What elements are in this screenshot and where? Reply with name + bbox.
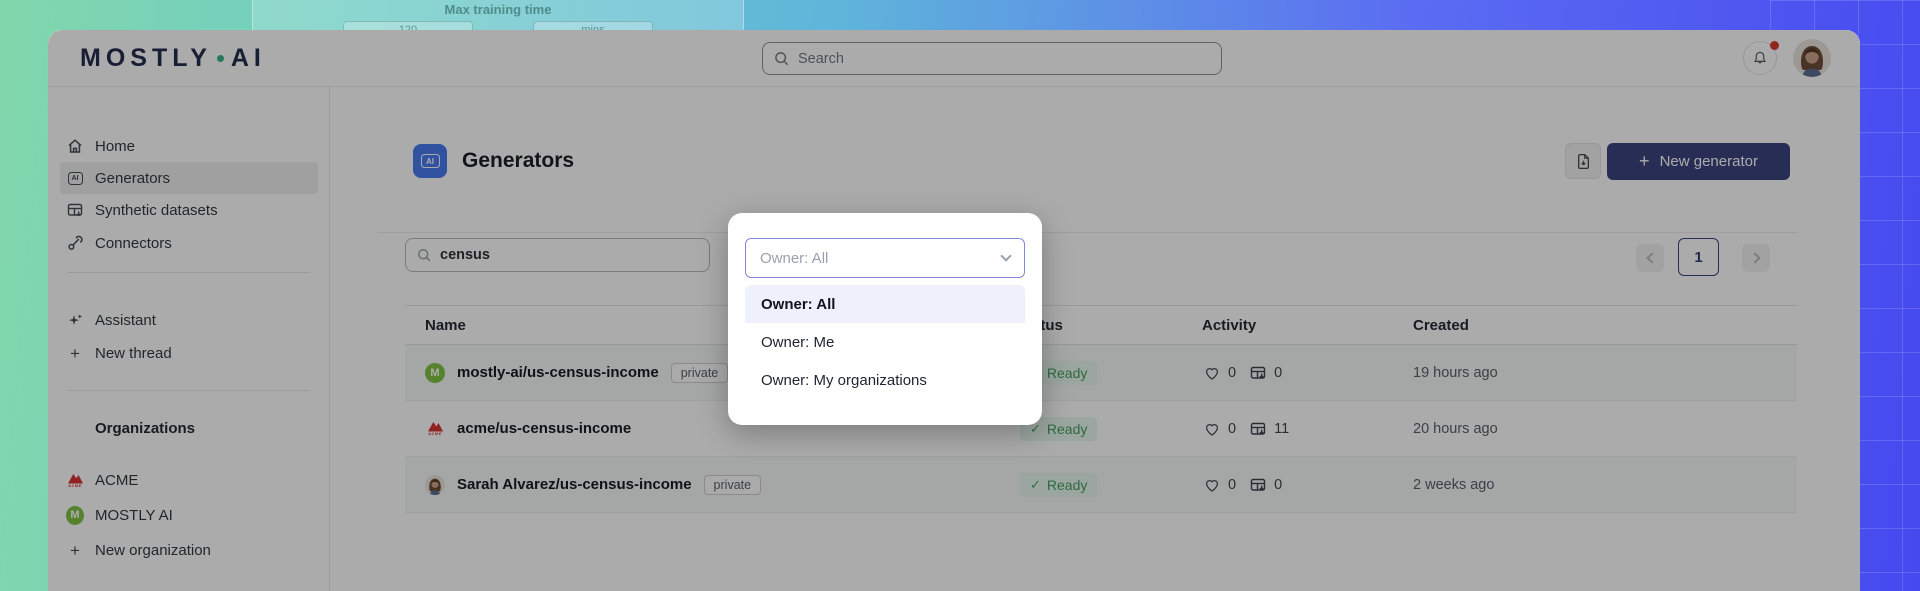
owner-filter-menu: Owner: All Owner: Me Owner: My organizat… <box>745 285 1025 399</box>
owner-option-all[interactable]: Owner: All <box>745 285 1025 323</box>
owner-filter-value: Owner: All <box>760 250 828 267</box>
app-window: MOSTLY AI <box>48 30 1860 591</box>
background-form-label: Max training time <box>253 2 743 17</box>
owner-filter-spotlight: Owner: All Owner: All Owner: Me Owner: M… <box>728 213 1042 425</box>
desktop-background: Max training time 120 mins MOSTLY AI <box>0 0 1920 591</box>
owner-option-my-organizations[interactable]: Owner: My organizations <box>745 361 1025 399</box>
chevron-down-icon <box>1000 250 1011 261</box>
background-form-card: Max training time 120 mins <box>252 0 744 34</box>
owner-option-me[interactable]: Owner: Me <box>745 323 1025 361</box>
owner-filter-select[interactable]: Owner: All <box>745 238 1025 278</box>
